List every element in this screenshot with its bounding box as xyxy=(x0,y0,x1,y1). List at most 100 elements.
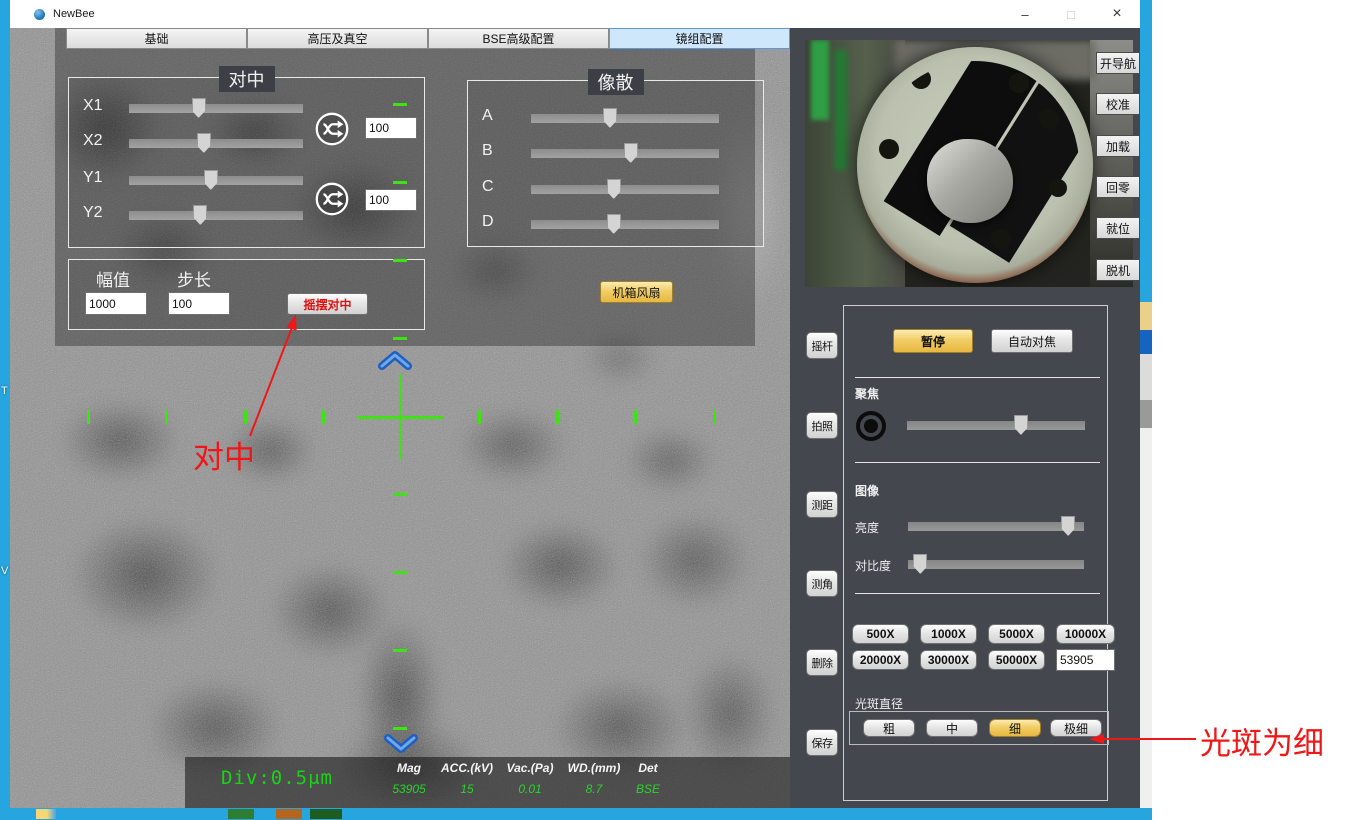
close-button[interactable]: × xyxy=(1094,0,1140,28)
y2-slider-thumb[interactable] xyxy=(193,205,207,225)
window-title: NewBee xyxy=(53,8,95,20)
calibrate-button[interactable]: 校准 xyxy=(1096,93,1140,115)
status-value-acc: 15 xyxy=(436,782,498,796)
chassis-fan-button[interactable]: 机箱风扇 xyxy=(600,281,673,303)
mag-500x-button[interactable]: 500X xyxy=(852,624,909,644)
maximize-button[interactable]: □ xyxy=(1048,0,1094,28)
contrast-slider[interactable] xyxy=(908,560,1084,569)
measure-distance-button[interactable]: 测距 xyxy=(806,491,838,518)
mag-value-input[interactable]: 53905 xyxy=(1056,649,1115,671)
annotation-spot-text: 光斑为细 xyxy=(1200,718,1324,763)
contrast-label: 对比度 xyxy=(855,557,891,574)
status-header-det: Det xyxy=(626,761,670,775)
status-value-wd: 8.7 xyxy=(562,782,626,796)
screen: T V NewBee – □ × xyxy=(0,0,1366,820)
desktop-right-strip xyxy=(1140,0,1152,302)
spot-coarse-button[interactable]: 粗 xyxy=(863,719,915,737)
x2-slider[interactable] xyxy=(129,139,303,148)
measure-angle-button[interactable]: 测角 xyxy=(806,570,838,597)
status-header-vac: Vac.(Pa) xyxy=(498,761,562,775)
stig-c-thumb[interactable] xyxy=(607,179,621,199)
taskbar-explorer-icon[interactable] xyxy=(36,809,56,819)
spot-diameter-label: 光斑直径 xyxy=(855,695,903,712)
x1-slider-thumb[interactable] xyxy=(192,98,206,118)
stig-a-thumb[interactable] xyxy=(603,108,617,128)
spot-medium-button[interactable]: 中 xyxy=(926,719,978,737)
status-value-mag: 53905 xyxy=(382,782,436,796)
status-strip: Div:0.5μm Mag ACC.(kV) Vac.(Pa) WD.(mm) … xyxy=(185,757,790,808)
stig-a-slider[interactable] xyxy=(531,114,719,123)
tab-hv-vacuum[interactable]: 高压及真空 xyxy=(247,28,428,49)
pause-button[interactable]: 暂停 xyxy=(893,329,973,353)
spot-ultrafine-button[interactable]: 极细 xyxy=(1050,719,1102,737)
stig-d-thumb[interactable] xyxy=(607,214,621,234)
stig-c-slider[interactable] xyxy=(531,185,719,194)
stig-b-slider[interactable] xyxy=(531,149,719,158)
open-navigation-button[interactable]: 开导航 xyxy=(1096,52,1140,74)
brightness-slider[interactable] xyxy=(908,522,1084,531)
mag-10000x-button[interactable]: 10000X xyxy=(1056,624,1115,644)
minimize-button[interactable]: – xyxy=(1002,0,1048,28)
return-zero-button[interactable]: 回零 xyxy=(1096,176,1140,198)
mag-5000x-button[interactable]: 5000X xyxy=(988,624,1045,644)
offline-button[interactable]: 脱机 xyxy=(1096,259,1140,281)
status-value-det: BSE xyxy=(626,782,670,796)
focus-label: 聚焦 xyxy=(855,385,879,402)
stig-d-slider[interactable] xyxy=(531,220,719,229)
in-position-button[interactable]: 就位 xyxy=(1096,217,1140,239)
photo-button[interactable]: 拍照 xyxy=(806,412,838,439)
edge-fragment-yellow xyxy=(1140,302,1152,330)
taskbar-app-icon-green[interactable] xyxy=(228,809,254,819)
load-button[interactable]: 加载 xyxy=(1096,135,1140,157)
swing-centering-button[interactable]: 摇摆对中 xyxy=(287,293,368,315)
y1-slider[interactable] xyxy=(129,176,303,185)
mag-50000x-button[interactable]: 50000X xyxy=(988,650,1045,670)
swap-y-icon[interactable] xyxy=(313,180,351,218)
delete-button[interactable]: 删除 xyxy=(806,649,838,676)
sample-stage-plate xyxy=(857,47,1093,283)
x1-slider[interactable] xyxy=(129,104,303,113)
y-gain-input[interactable]: 100 xyxy=(365,189,417,211)
scale-div-label: Div:0.5μm xyxy=(221,767,333,789)
focus-slider[interactable] xyxy=(907,421,1085,430)
autofocus-button[interactable]: 自动对焦 xyxy=(991,329,1073,353)
stig-b-label: B xyxy=(482,142,493,160)
sample-stub xyxy=(927,139,1013,223)
step-input[interactable]: 100 xyxy=(168,292,230,315)
edge-scrollbar-thumb[interactable] xyxy=(1140,400,1152,428)
x-gain-input[interactable]: 100 xyxy=(365,117,417,139)
amplitude-input[interactable]: 1000 xyxy=(85,292,147,315)
desktop-bottom-strip xyxy=(0,808,1152,820)
tab-lens-config[interactable]: 镜组配置 xyxy=(609,28,790,49)
record-icon[interactable] xyxy=(856,411,886,441)
stig-d-label: D xyxy=(482,213,494,231)
y2-slider[interactable] xyxy=(129,211,303,220)
taskbar-app-icon-darkgreen[interactable] xyxy=(310,809,342,819)
spot-fine-button[interactable]: 细 xyxy=(989,719,1041,737)
status-header-acc: ACC.(kV) xyxy=(436,761,498,775)
mag-20000x-button[interactable]: 20000X xyxy=(852,650,909,670)
swing-centering-group: 幅值 步长 1000 100 摇摆对中 xyxy=(68,259,425,330)
stig-a-label: A xyxy=(482,107,493,125)
image-label: 图像 xyxy=(855,482,879,499)
y1-slider-thumb[interactable] xyxy=(204,170,218,190)
app-icon xyxy=(34,9,45,20)
mag-30000x-button[interactable]: 30000X xyxy=(920,650,977,670)
edge-fragment-light xyxy=(1140,428,1152,808)
x2-slider-thumb[interactable] xyxy=(197,133,211,153)
tab-basic[interactable]: 基础 xyxy=(66,28,247,49)
joystick-button[interactable]: 摇杆 xyxy=(806,332,838,359)
x1-label: X1 xyxy=(83,97,103,115)
stig-c-label: C xyxy=(482,178,494,196)
x2-label: X2 xyxy=(83,132,103,150)
edge-fragment-blue xyxy=(1140,330,1152,354)
mag-1000x-button[interactable]: 1000X xyxy=(920,624,977,644)
desktop-icon-letter-bottom: V xyxy=(1,565,8,577)
swap-x-icon[interactable] xyxy=(313,110,351,148)
stig-b-thumb[interactable] xyxy=(624,143,638,163)
taskbar-app-icon-orange[interactable] xyxy=(276,809,302,819)
tab-bse-advanced[interactable]: BSE高级配置 xyxy=(428,28,609,49)
centering-group-title: 对中 xyxy=(219,66,275,92)
save-button[interactable]: 保存 xyxy=(806,729,838,756)
desktop-left-strip xyxy=(0,0,10,808)
